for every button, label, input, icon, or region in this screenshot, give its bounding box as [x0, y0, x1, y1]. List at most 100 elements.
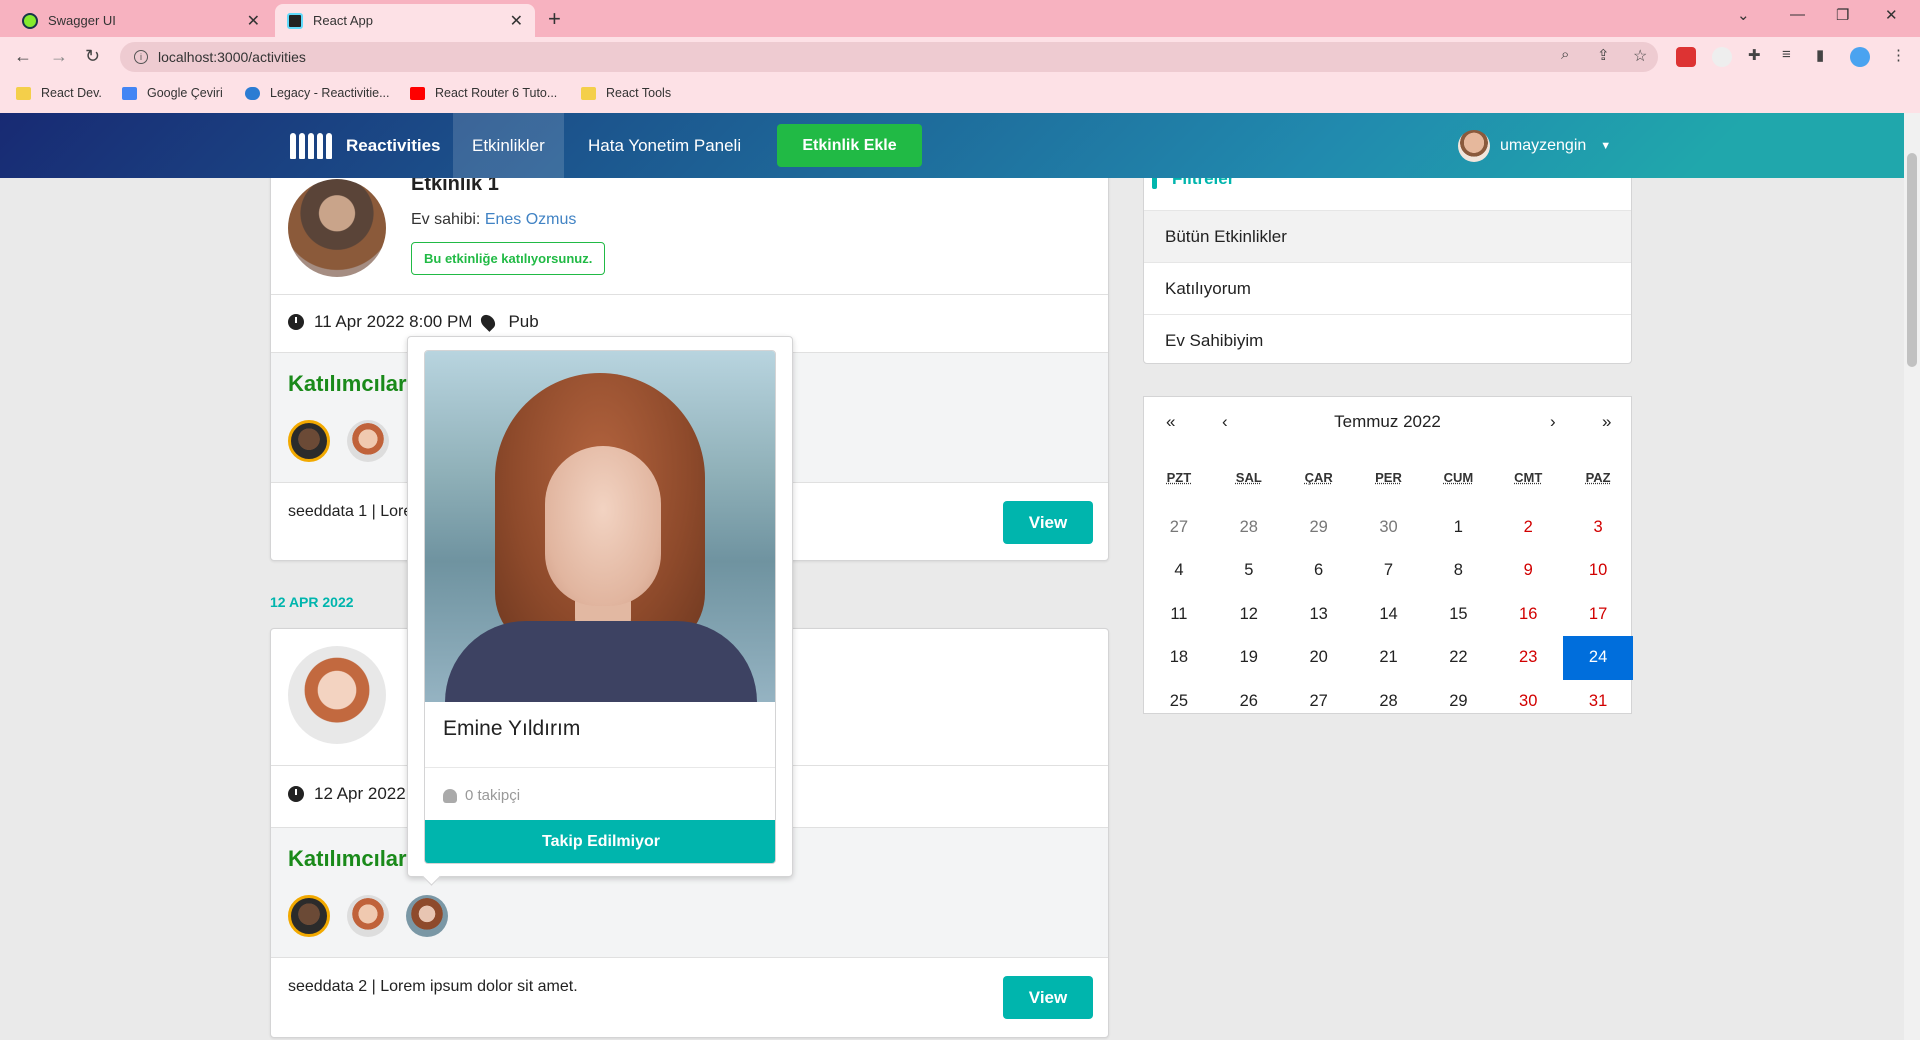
calendar-day[interactable]: 26	[1214, 680, 1284, 724]
close-window-icon[interactable]: ✕	[1885, 6, 1898, 24]
tab-search-icon[interactable]: ⌄	[1737, 6, 1750, 24]
attendee-avatar[interactable]	[288, 895, 330, 937]
host-avatar[interactable]	[288, 646, 386, 744]
forward-icon[interactable]: →	[50, 46, 68, 67]
restore-icon[interactable]: ❐	[1836, 6, 1849, 24]
back-icon[interactable]: ←	[14, 46, 32, 67]
filter-all[interactable]: Bütün Etkinlikler	[1144, 210, 1631, 262]
attendee-avatar[interactable]	[347, 420, 389, 462]
calendar-day[interactable]: 27	[1144, 506, 1214, 550]
filter-going[interactable]: Katılıyorum	[1144, 262, 1631, 314]
calendar-day[interactable]: 31	[1563, 680, 1633, 724]
view-button[interactable]: View	[1003, 976, 1093, 1019]
attendee-avatar[interactable]	[288, 420, 330, 462]
calendar-grid: PZT SAL ÇAR PER CUM CMT PAZ 27 28 29 30 1 2 3 4 5 6 7 8 9 1…	[1144, 462, 1634, 724]
bookmark-item[interactable]: React Router 6 Tuto...	[410, 86, 557, 100]
host-avatar[interactable]	[288, 179, 386, 277]
create-activity-button[interactable]: Etkinlik Ekle	[777, 124, 922, 167]
puzzle-icon[interactable]: ✚	[1748, 46, 1761, 64]
calendar-day[interactable]: 9	[1493, 549, 1563, 593]
calendar-day[interactable]: 29	[1284, 506, 1354, 550]
calendar-day[interactable]: 16	[1493, 593, 1563, 637]
host-link[interactable]: Enes Ozmus	[485, 211, 577, 228]
calendar-day[interactable]: 30	[1493, 680, 1563, 724]
calendar-day[interactable]: 14	[1354, 593, 1424, 637]
nav-error-panel[interactable]: Hata Yonetim Paneli	[569, 113, 760, 178]
bookmark-item[interactable]: React Dev.	[16, 86, 102, 100]
attendee-avatar[interactable]	[347, 895, 389, 937]
bookmark-item[interactable]: React Tools	[581, 86, 671, 100]
activity-venue: Pub	[508, 312, 539, 331]
address-bar[interactable]: i localhost:3000/activities	[120, 42, 1658, 72]
followers-count: 0 takipçi	[443, 787, 520, 804]
calendar-day[interactable]: 3	[1563, 506, 1633, 550]
calendar-day[interactable]: 22	[1423, 636, 1493, 680]
close-tab-icon[interactable]: ✕	[510, 11, 523, 31]
minimize-icon[interactable]: —	[1790, 6, 1805, 23]
view-button[interactable]: View	[1003, 501, 1093, 544]
calendar-next-year[interactable]: »	[1602, 412, 1611, 432]
calendar-day[interactable]: 30	[1354, 506, 1424, 550]
calendar-day[interactable]: 1	[1423, 506, 1493, 550]
calendar-day[interactable]: 28	[1214, 506, 1284, 550]
calendar-day[interactable]: 20	[1284, 636, 1354, 680]
user-icon	[443, 788, 457, 803]
calendar-day[interactable]: 25	[1144, 680, 1214, 724]
calendar-day[interactable]: 19	[1214, 636, 1284, 680]
host-line: Ev sahibi: Enes Ozmus	[411, 211, 576, 229]
tab-react-app[interactable]: React App ✕	[275, 4, 535, 37]
bookmark-star-icon[interactable]: ☆	[1633, 46, 1647, 66]
zoom-icon[interactable]: ⌕	[1561, 46, 1569, 63]
calendar-day[interactable]: 24	[1563, 636, 1634, 680]
side-panel-icon[interactable]: ▮	[1816, 46, 1824, 64]
follow-button[interactable]: Takip Edilmiyor	[425, 820, 775, 863]
bookmark-label: React Tools	[606, 86, 672, 100]
calendar-day[interactable]: 2	[1493, 506, 1563, 550]
calendar-day[interactable]: 28	[1354, 680, 1424, 724]
date-header: 12 APR 2022	[270, 594, 354, 610]
calendar-day[interactable]: 8	[1423, 549, 1493, 593]
calendar-day[interactable]: 7	[1354, 549, 1424, 593]
calendar-day[interactable]: 6	[1284, 549, 1354, 593]
bookmark-item[interactable]: Google Çeviri	[122, 86, 223, 100]
weekday-label: PAZ	[1585, 469, 1611, 485]
calendar-month[interactable]: Temmuz 2022	[1144, 412, 1631, 432]
tab-swagger-ui[interactable]: Swagger UI ✕	[10, 4, 272, 37]
profile-icon[interactable]	[1850, 47, 1870, 67]
calendar-day[interactable]: 29	[1423, 680, 1493, 724]
user-menu[interactable]: umayzengin ▼	[1458, 113, 1611, 178]
calendar-day[interactable]: 4	[1144, 549, 1214, 593]
calendar-day[interactable]: 13	[1284, 593, 1354, 637]
calendar-day[interactable]: 27	[1284, 680, 1354, 724]
reload-icon[interactable]: ↻	[85, 46, 100, 67]
scrollbar-thumb[interactable]	[1907, 153, 1917, 367]
extension-icon[interactable]	[1712, 47, 1732, 67]
calendar-day[interactable]: 5	[1214, 549, 1284, 593]
attendee-avatar[interactable]	[406, 895, 448, 937]
profile-card[interactable]: Emine Yıldırım 0 takipçi Takip Edilmiyor	[424, 350, 776, 864]
calendar-day[interactable]: 18	[1144, 636, 1214, 680]
extension-icon[interactable]	[1676, 47, 1696, 67]
calendar-day[interactable]: 11	[1144, 593, 1214, 637]
menu-icon[interactable]: ⋮	[1891, 46, 1906, 64]
calendar-day[interactable]: 12	[1214, 593, 1284, 637]
youtube-icon	[410, 86, 425, 100]
info-icon[interactable]: i	[134, 50, 148, 64]
calendar-day[interactable]: 21	[1354, 636, 1424, 680]
calendar-day[interactable]: 23	[1493, 636, 1563, 680]
reading-list-icon[interactable]: ≡	[1782, 46, 1791, 63]
calendar-day[interactable]: 17	[1563, 593, 1633, 637]
filter-hosting[interactable]: Ev Sahibiyim	[1144, 314, 1631, 366]
bookmark-label: React Router 6 Tuto...	[435, 86, 558, 100]
share-icon[interactable]: ⇪	[1597, 46, 1610, 64]
new-tab-icon[interactable]: +	[548, 6, 561, 32]
brand-link[interactable]: Reactivities	[290, 113, 441, 178]
nav-activities[interactable]: Etkinlikler	[453, 113, 564, 178]
bookmark-item[interactable]: Legacy - Reactivitie...	[245, 86, 390, 100]
calendar-week: 18 19 20 21 22 23 24	[1144, 636, 1634, 680]
close-tab-icon[interactable]: ✕	[247, 11, 260, 31]
calendar-day[interactable]: 10	[1563, 549, 1633, 593]
filter-menu: Filtreler Bütün Etkinlikler Katılıyorum …	[1143, 159, 1632, 366]
calendar-day[interactable]: 15	[1423, 593, 1493, 637]
calendar-next-month[interactable]: ›	[1550, 412, 1556, 432]
